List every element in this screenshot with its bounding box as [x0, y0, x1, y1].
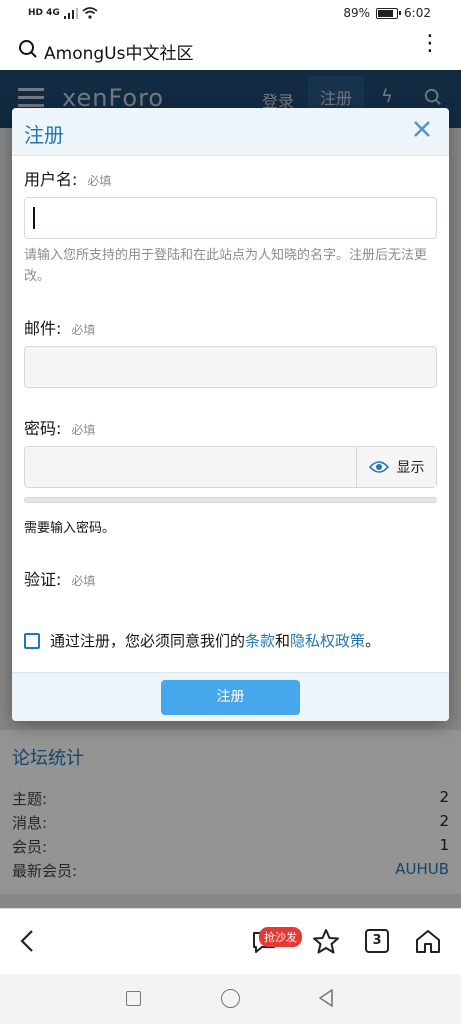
agree-suffix: 。 — [365, 632, 381, 650]
username-label-text: 用户名: — [24, 170, 78, 189]
star-icon[interactable] — [312, 928, 340, 954]
network-indicators: HD 4G — [28, 7, 98, 19]
wifi-icon — [82, 7, 98, 19]
required-tag: 必填 — [71, 423, 96, 437]
password-field[interactable]: 显示 — [24, 446, 437, 488]
battery-percent: 89% — [343, 6, 371, 20]
nav-back-icon[interactable] — [316, 988, 336, 1008]
signal-icon — [63, 7, 78, 19]
terms-link[interactable]: 条款 — [245, 630, 275, 651]
show-password-label: 显示 — [396, 460, 425, 476]
browser-toolbar: 抢沙发 3 — [0, 908, 461, 974]
browser-address-bar[interactable]: AmongUs中文社区 ⋮ — [0, 30, 461, 70]
required-tag: 必填 — [87, 174, 112, 188]
back-icon[interactable] — [18, 929, 38, 953]
agree-conjunction: 和 — [275, 632, 291, 650]
search-icon[interactable] — [18, 39, 38, 59]
username-input[interactable] — [24, 197, 437, 239]
email-field[interactable] — [24, 346, 437, 388]
email-label-text: 邮件: — [24, 319, 62, 338]
agree-checkbox[interactable] — [24, 632, 40, 649]
more-vertical-icon[interactable]: ⋮ — [419, 33, 441, 55]
verify-label-text: 验证: — [24, 570, 62, 589]
required-tag: 必填 — [71, 574, 96, 588]
clock: 6:02 — [404, 6, 431, 20]
password-strength-meter — [24, 497, 437, 503]
tabs-count-button[interactable]: 3 — [365, 929, 389, 953]
recent-apps-icon[interactable] — [126, 991, 141, 1006]
agree-text: 通过注册，您必须同意我们的 — [50, 632, 246, 650]
username-label: 用户名: 必填 — [24, 166, 111, 190]
verify-label: 验证: 必填 — [24, 566, 95, 590]
home-circle-icon[interactable] — [221, 989, 240, 1008]
modal-header: 注册 — [12, 108, 449, 156]
required-tag: 必填 — [71, 323, 96, 337]
password-label-text: 密码: — [24, 419, 62, 438]
text-caret — [33, 207, 35, 229]
register-modal: 注册 用户名: 必填 请输入您所支持的用于登陆和在此站点为人知晓的名字。注册后无法… — [12, 108, 449, 721]
username-hint: 请输入您所支持的用于登陆和在此站点为人知晓的名字。注册后无法更改。 — [24, 248, 428, 284]
page-title[interactable]: AmongUs中文社区 — [44, 39, 193, 64]
register-submit-button[interactable]: 注册 — [161, 680, 300, 715]
comment-badge[interactable]: 抢沙发 — [259, 927, 302, 947]
close-icon[interactable] — [413, 120, 431, 138]
password-note: 需要输入密码。 — [24, 521, 116, 536]
status-right: 89% 6:02 — [343, 6, 431, 20]
show-password-button[interactable]: 显示 — [356, 447, 436, 487]
system-nav-bar — [0, 974, 461, 1024]
agree-terms-row: 通过注册，您必须同意我们的 条款和隐私权政策。 — [24, 630, 380, 651]
modal-title: 注册 — [24, 123, 64, 147]
network-type: HD 4G — [28, 8, 60, 18]
battery-icon — [376, 7, 402, 19]
privacy-policy-link[interactable]: 隐私权政策 — [290, 630, 365, 651]
modal-footer: 注册 — [12, 672, 449, 721]
home-icon[interactable] — [414, 928, 442, 954]
password-label: 密码: 必填 — [24, 415, 95, 439]
eye-icon — [368, 461, 389, 473]
status-bar: HD 4G 89% 6:02 — [0, 0, 461, 30]
email-label: 邮件: 必填 — [24, 315, 95, 339]
